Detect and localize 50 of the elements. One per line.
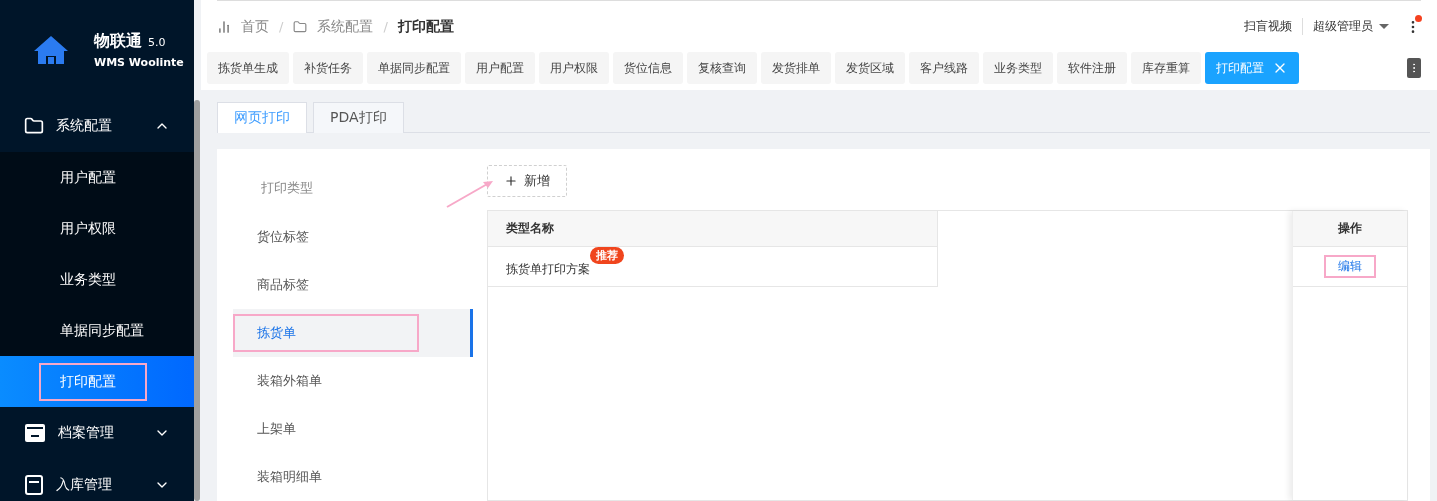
breadcrumb-separator: / [279,19,284,34]
video-link[interactable]: 扫盲视频 [1244,18,1303,35]
cabinet-icon [24,423,46,443]
breadcrumb-item[interactable]: 首页 [241,17,269,36]
table-cell: 拣货单打印方案 推荐 [488,247,938,287]
page-tab[interactable]: 客户线路 [909,52,979,84]
page-tab[interactable]: 发货排单 [761,52,831,84]
recommend-badge: 推荐 [590,247,624,264]
type-item[interactable]: 装箱明细单 [233,453,473,501]
column-header: 操作 [1293,211,1407,247]
type-list-title: 打印类型 [260,179,313,197]
menu-group[interactable]: 档案管理 [0,407,194,459]
add-button[interactable]: 新增 [487,165,567,197]
page-tab[interactable]: 补货任务 [293,52,363,84]
page-tab[interactable]: 复核查询 [687,52,757,84]
type-item[interactable]: 上架单 [233,405,473,453]
house-logo-icon [32,34,70,66]
type-item[interactable]: 拣货单 [233,309,473,357]
folder-icon [24,116,44,136]
logo-subtitle: WMS Woolinte [94,56,184,69]
page-tab[interactable]: 用户配置 [465,52,535,84]
breadcrumb-separator: / [383,19,388,34]
menu-item[interactable]: 打印配置 [0,356,194,407]
page-tab[interactable]: 软件注册 [1057,52,1127,84]
type-item[interactable]: 商品标签 [233,261,473,309]
type-item[interactable]: 货位标签 [233,213,473,261]
edit-link[interactable]: 编辑 [1324,255,1376,278]
plus-icon [504,174,518,188]
folder-icon [293,19,308,34]
page-tab[interactable]: 单据同步配置 [367,52,461,84]
page-tab[interactable]: 库存重算 [1131,52,1201,84]
page-tab[interactable]: 用户权限 [539,52,609,84]
type-item[interactable]: 装箱外箱单 [233,357,473,405]
menu-group[interactable]: 系统配置 [0,100,194,152]
more-tabs-button[interactable] [1407,58,1421,78]
page-tab[interactable]: 拣货单生成 [207,52,289,84]
print-tab[interactable]: PDA打印 [313,102,404,133]
breadcrumb-item[interactable]: 系统配置 [317,17,374,36]
logo-name: 物联通 [94,31,142,50]
document-icon [24,475,44,495]
page-tab[interactable]: 业务类型 [983,52,1053,84]
column-header: 类型名称 [488,211,938,247]
logo-version: 5.0 [148,36,166,49]
scrollbar-thumb[interactable] [194,100,200,501]
chart-icon [217,19,231,34]
page-tab[interactable]: 发货区域 [835,52,905,84]
breadcrumb-item: 打印配置 [397,17,454,36]
menu-group[interactable]: 入库管理 [0,459,194,501]
user-menu[interactable]: 超级管理员 [1313,18,1389,35]
page-tab[interactable]: 货位信息 [613,52,683,84]
